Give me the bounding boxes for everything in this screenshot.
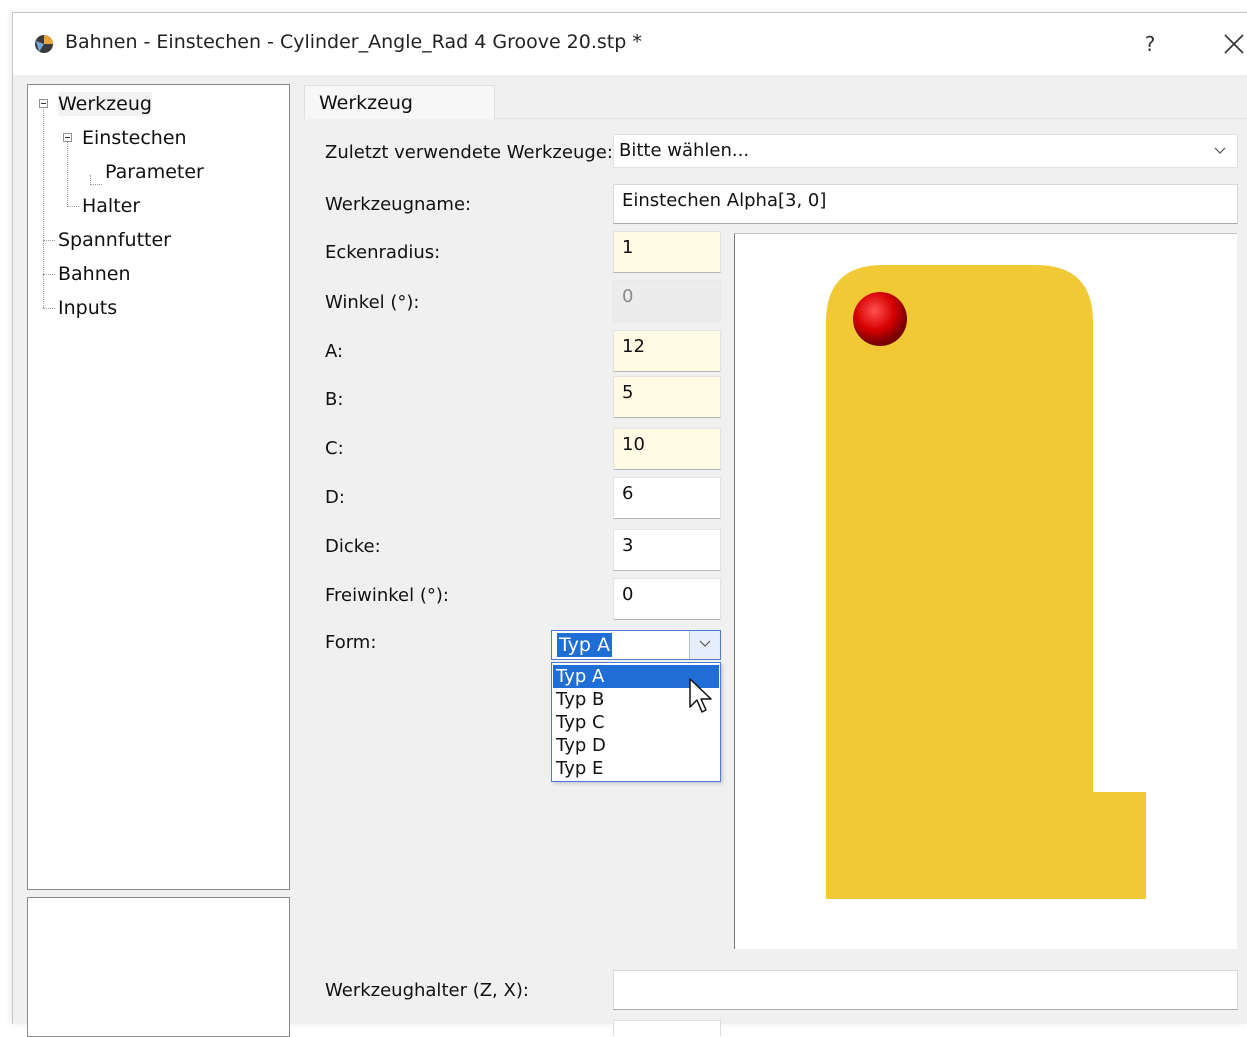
- tree-item-werkzeug[interactable]: Werkzeug: [58, 92, 152, 116]
- chevron-down-icon[interactable]: [1213, 135, 1229, 167]
- close-button[interactable]: [1219, 29, 1247, 59]
- tool-name-label: Werkzeugname:: [325, 194, 472, 215]
- angle-label: Winkel (°):: [325, 292, 420, 313]
- thickness-label: Dicke:: [325, 536, 381, 557]
- corner-radius-field[interactable]: 1: [613, 231, 721, 273]
- tree-item-inputs[interactable]: Inputs: [58, 296, 117, 320]
- b-label: B:: [325, 389, 344, 410]
- collapse-icon[interactable]: [39, 99, 48, 108]
- tool-holder-field[interactable]: [613, 970, 1238, 1010]
- tree-guide-line: [43, 308, 55, 309]
- tab-werkzeug[interactable]: Werkzeug: [304, 85, 495, 119]
- recent-tools-value: Bitte wählen...: [619, 140, 750, 161]
- a-label: A:: [325, 341, 344, 362]
- shape-option-typ-e[interactable]: Typ E: [553, 757, 719, 780]
- shape-label: Form:: [325, 632, 377, 653]
- a-field[interactable]: 12: [613, 330, 721, 372]
- clearance-angle-label: Freiwinkel (°):: [325, 585, 449, 606]
- close-icon: [1224, 34, 1244, 54]
- tool-shape-graphic: [826, 265, 1146, 899]
- tree-item-halter[interactable]: Halter: [82, 194, 140, 218]
- tree-guide-line: [43, 109, 44, 308]
- shape-selected-value: Typ A: [557, 633, 612, 657]
- angle-field: 0: [613, 280, 721, 322]
- tree-item-parameter[interactable]: Parameter: [105, 160, 204, 184]
- d-label: D:: [325, 487, 345, 508]
- collapse-icon[interactable]: [63, 133, 72, 142]
- tool-name-field[interactable]: Einstechen Alpha[3, 0]: [613, 184, 1238, 224]
- tool-holder-label: Werkzeughalter (Z, X):: [325, 980, 529, 1001]
- d-field[interactable]: 6: [613, 477, 721, 519]
- b-field[interactable]: 5: [613, 376, 721, 418]
- tree-guide-line: [90, 184, 102, 185]
- c-label: C:: [325, 438, 344, 459]
- mouse-cursor-icon: [689, 678, 712, 713]
- title-bar: Bahnen - Einstechen - Cylinder_Angle_Rad…: [13, 13, 1247, 75]
- dialog-window: Bahnen - Einstechen - Cylinder_Angle_Rad…: [12, 12, 1247, 1037]
- recent-tools-select[interactable]: Bitte wählen...: [613, 134, 1238, 168]
- window-title: Bahnen - Einstechen - Cylinder_Angle_Rad…: [65, 31, 642, 53]
- tree-item-spannfutter[interactable]: Spannfutter: [58, 228, 171, 252]
- tree-guide-line: [43, 240, 55, 241]
- chevron-down-icon[interactable]: [689, 631, 720, 659]
- tool-preview: [734, 233, 1237, 949]
- tree-guide-line: [67, 142, 68, 207]
- next-field[interactable]: [613, 1020, 721, 1036]
- help-button[interactable]: ?: [1135, 29, 1165, 59]
- recent-tools-label: Zuletzt verwendete Werkzeuge:: [325, 142, 613, 163]
- tree-guide-line: [67, 206, 79, 207]
- navigation-tree[interactable]: Werkzeug Einstechen Parameter Halter Spa…: [27, 84, 290, 890]
- clearance-angle-field[interactable]: 0: [613, 578, 721, 620]
- shape-select[interactable]: Typ A: [551, 630, 721, 660]
- tree-item-bahnen[interactable]: Bahnen: [58, 262, 131, 286]
- thickness-field[interactable]: 3: [613, 529, 721, 571]
- tab-strip-divider: [495, 118, 1247, 119]
- shape-option-typ-d[interactable]: Typ D: [553, 734, 719, 757]
- info-panel: [27, 897, 290, 1037]
- c-field[interactable]: 10: [613, 428, 721, 470]
- app-icon: [35, 35, 53, 53]
- tree-item-einstechen[interactable]: Einstechen: [82, 126, 187, 150]
- corner-radius-label: Eckenradius:: [325, 242, 441, 263]
- tree-guide-line: [43, 274, 55, 275]
